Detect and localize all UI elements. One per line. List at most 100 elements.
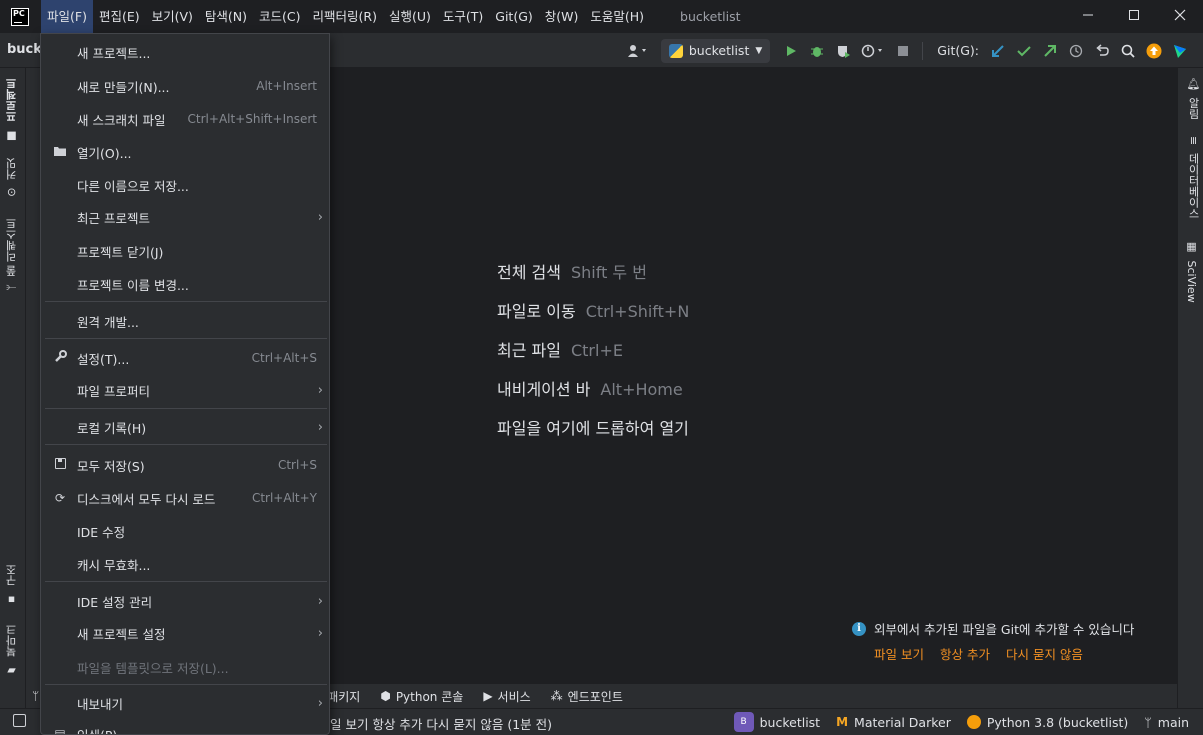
menu-item-label: 디스크에서 모두 다시 로드 <box>77 491 216 507</box>
tool-tab-commit[interactable]: ⊙ 커밋 <box>4 158 20 197</box>
profile-icon[interactable] <box>856 38 890 64</box>
menu-window[interactable]: 창(W) <box>539 0 585 33</box>
tool-tab-services-label: 서비스 <box>497 689 531 704</box>
toggle-tool-windows-icon[interactable] <box>13 714 26 727</box>
tool-tab-endpoints[interactable]: ⁂ 엔드포인트 <box>551 688 623 705</box>
tool-tab-project[interactable]: ■ 프로젝트 <box>4 78 20 143</box>
menu-item-save-all[interactable]: 모두 저장(S) Ctrl+S <box>41 451 329 479</box>
menu-refactor[interactable]: 리팩터링(R) <box>307 0 383 33</box>
menu-item-shortcut: Ctrl+Alt+Shift+Insert <box>187 112 317 126</box>
jetbrains-icon[interactable] <box>1167 38 1193 64</box>
update-available-icon[interactable] <box>1141 38 1167 64</box>
menu-help[interactable]: 도움말(H) <box>584 0 650 33</box>
menu-item-open[interactable]: 열기(O)... <box>41 138 329 166</box>
tool-tab-commit-label: 커밋 <box>5 158 18 180</box>
dont-ask-again-link[interactable]: 다시 묻지 않음 <box>1006 644 1083 663</box>
app-logo-text: PC <box>13 8 25 18</box>
menu-bar: 파일(F) 편집(E) 보기(V) 탐색(N) 코드(C) 리팩터링(R) 실행… <box>41 0 650 33</box>
tool-tab-notifications[interactable]: 🔔︎ 알림 <box>1185 76 1201 119</box>
structure-icon: ▪ <box>5 593 18 607</box>
menu-edit[interactable]: 편집(E) <box>93 0 146 33</box>
tool-tab-bookmarks[interactable]: ▰ 북마크 <box>4 624 20 678</box>
tool-tab-packages[interactable]: 패키지 <box>327 688 360 705</box>
window-title: bucketlist <box>680 9 741 24</box>
menu-item-export[interactable]: 내보내기 › <box>41 689 329 717</box>
menu-item-new-project[interactable]: 새 프로젝트... <box>41 38 329 66</box>
commit-icon[interactable] <box>1011 38 1037 64</box>
tool-tab-notifications-label: 알림 <box>1187 97 1200 120</box>
menu-item-local-history[interactable]: 로컬 기록(H) › <box>41 413 329 441</box>
run-icon[interactable] <box>778 38 804 64</box>
menu-item-label: 내보내기 <box>77 696 124 712</box>
project-name: bucketlist <box>759 714 821 730</box>
minimize-icon[interactable] <box>1065 0 1111 30</box>
update-icon[interactable] <box>985 38 1011 64</box>
tool-tab-pull-requests-label: 풀 리퀘스트 <box>5 218 18 277</box>
history-icon[interactable] <box>1063 38 1089 64</box>
push-icon[interactable] <box>1037 38 1063 64</box>
menu-item-invalidate-caches[interactable]: 캐시 무효화... <box>41 550 329 578</box>
menu-item-label: 다른 이름으로 저장... <box>77 178 189 194</box>
menu-item-save-as[interactable]: 다른 이름으로 저장... <box>41 171 329 199</box>
view-files-link[interactable]: 파일 보기 <box>874 644 924 663</box>
coverage-icon[interactable] <box>830 38 856 64</box>
menu-git[interactable]: Git(G) <box>489 0 539 33</box>
commit-node-icon: ⊙ <box>5 187 18 197</box>
hint-label: 파일을 여기에 드롭하여 열기 <box>497 419 689 438</box>
tool-tab-sciview[interactable]: ▦ SciView <box>1185 240 1198 303</box>
bookmark-icon: ▰ <box>5 664 18 678</box>
status-message: 일 보기 항상 추가 다시 묻지 않음 (1분 전) <box>330 717 552 732</box>
wrench-icon <box>52 350 68 366</box>
tool-tab-git[interactable]: ᛘ <box>32 689 39 703</box>
always-add-link[interactable]: 항상 추가 <box>940 644 990 663</box>
stop-icon[interactable] <box>890 38 916 64</box>
menu-item-manage-ide-settings[interactable]: IDE 설정 관리 › <box>41 587 329 615</box>
menu-item-repair-ide[interactable]: IDE 수정 <box>41 517 329 545</box>
menu-item-reload-all[interactable]: ⟳ 디스크에서 모두 다시 로드 Ctrl+Alt+Y <box>41 484 329 512</box>
menu-item-shortcut: Ctrl+Alt+Y <box>251 491 317 505</box>
tool-tab-python-console[interactable]: ⬢ Python 콘솔 <box>380 688 463 705</box>
menu-item-print[interactable]: ▤ 인쇄(P)... <box>41 720 329 734</box>
hint-go-to-file: 파일로 이동 Ctrl+Shift+N <box>497 298 689 322</box>
menu-item-shortcut: Alt+Insert <box>256 79 317 93</box>
menu-item-rename-project[interactable]: 프로젝트 이름 변경... <box>41 270 329 298</box>
theme-indicator[interactable]: M Material Darker <box>836 715 951 730</box>
menu-file[interactable]: 파일(F) <box>41 0 93 33</box>
menu-item-recent-projects[interactable]: 최근 프로젝트 › <box>41 203 329 231</box>
project-panel <box>26 68 40 684</box>
editor-empty-state: 전체 검색 Shift 두 번 파일로 이동 Ctrl+Shift+N 최근 파일 C… <box>330 68 1177 683</box>
menu-item-settings[interactable]: 설정(T)... Ctrl+Alt+S <box>41 344 329 372</box>
git-branch-widget[interactable]: ᛘ main <box>1144 715 1189 730</box>
user-icon[interactable] <box>621 38 655 64</box>
project-switcher[interactable]: B bucketlist <box>733 712 821 732</box>
menu-item-label: 모두 저장(S) <box>77 458 145 474</box>
hint-navigation-bar: 내비게이션 바 Alt+Home <box>497 376 683 400</box>
menu-item-label: 최근 프로젝트 <box>77 210 150 226</box>
menu-item-remote-development[interactable]: 원격 개발... <box>41 307 329 335</box>
tool-tab-services[interactable]: ▶ 서비스 <box>483 688 530 705</box>
rollback-icon[interactable] <box>1089 38 1115 64</box>
menu-separator <box>45 444 327 445</box>
menu-item-close-project[interactable]: 프로젝트 닫기(J) <box>41 237 329 265</box>
interpreter-selector[interactable]: Python 3.8 (bucketlist) <box>966 715 1128 730</box>
menu-item-new[interactable]: 새로 만들기(N)... Alt+Insert <box>41 72 329 100</box>
menu-item-file-properties[interactable]: 파일 프로퍼티 › <box>41 376 329 404</box>
tool-tab-structure[interactable]: ▪ 구조 <box>4 564 20 607</box>
hint-shortcut: Ctrl+Shift+N <box>585 302 690 321</box>
tool-tab-pull-requests[interactable]: ᛘ 풀 리퀘스트 <box>4 218 20 291</box>
menu-code[interactable]: 코드(C) <box>253 0 306 33</box>
menu-view[interactable]: 보기(V) <box>146 0 199 33</box>
maximize-icon[interactable] <box>1111 0 1157 30</box>
debug-icon[interactable] <box>804 38 830 64</box>
menu-separator <box>45 684 327 685</box>
menu-navigate[interactable]: 탐색(N) <box>199 0 253 33</box>
toolbar-separator <box>922 41 924 60</box>
menu-item-new-project-setup[interactable]: 새 프로젝트 설정 › <box>41 619 329 647</box>
run-config-selector[interactable]: bucketlist ▼ <box>660 38 771 63</box>
menu-run[interactable]: 실행(U) <box>383 0 437 33</box>
menu-item-new-scratch-file[interactable]: 새 스크래치 파일 Ctrl+Alt+Shift+Insert <box>41 105 329 133</box>
search-icon[interactable] <box>1115 38 1141 64</box>
tool-tab-database[interactable]: ≡ 데이터베이스 <box>1185 136 1201 219</box>
menu-tools[interactable]: 도구(T) <box>437 0 489 33</box>
close-icon[interactable] <box>1157 0 1203 30</box>
